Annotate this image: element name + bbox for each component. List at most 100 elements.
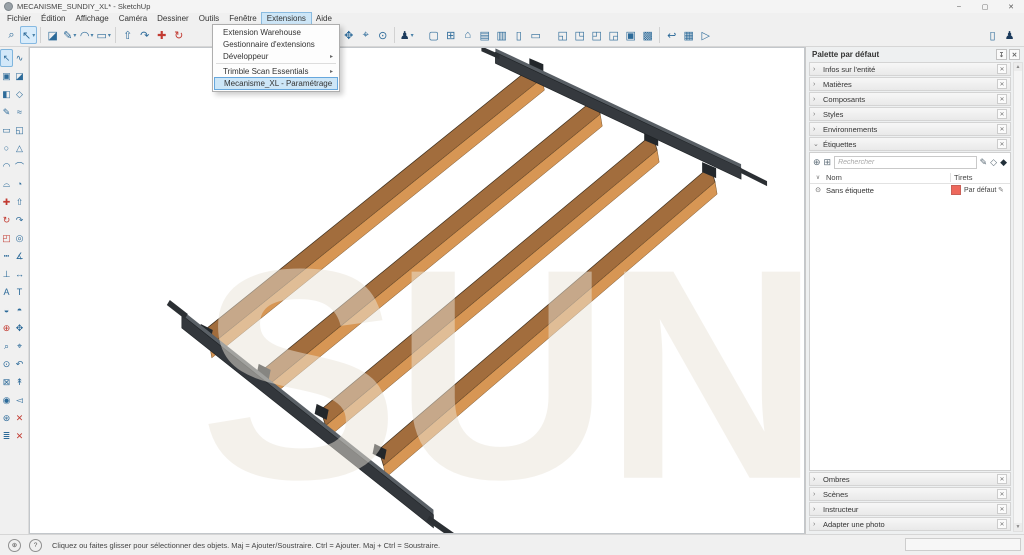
offset-tool-icon[interactable]: ◎ <box>13 229 26 247</box>
toolbar-separator[interactable] <box>394 27 395 43</box>
component-icon[interactable]: ▣ <box>622 26 639 44</box>
walkthrough-tool-icon[interactable]: ♟▾ <box>398 26 415 44</box>
line-tool-icon[interactable]: ✎ <box>0 103 13 121</box>
zoom-window-tool-icon[interactable]: ⌖ <box>13 337 26 355</box>
toolbar-separator[interactable] <box>115 27 116 43</box>
tag-row-sans-etiquette[interactable]: ⊙ Sans étiquette Par défaut ✎ <box>810 184 1010 196</box>
section-environnements[interactable]: › Environnements ✕ <box>809 122 1011 136</box>
zoom-extents-tool-icon[interactable]: ⊙ <box>0 355 13 373</box>
push-pull-tool-icon[interactable]: ⇧ <box>119 26 136 44</box>
push-pull-tool-icon[interactable]: ⇧ <box>13 193 26 211</box>
window-view-icon[interactable]: ⊞ <box>442 26 459 44</box>
plan-view-icon[interactable]: ▭ <box>527 26 544 44</box>
close-icon[interactable]: ✕ <box>997 79 1007 89</box>
blank-page-icon[interactable]: ▯ <box>510 26 527 44</box>
menu-item-developpeur[interactable]: Développeur ▸ <box>214 50 338 62</box>
scan-explorer-tool-icon[interactable]: ⊛ <box>0 409 13 427</box>
close-icon[interactable]: ✕ <box>997 489 1007 499</box>
close-icon[interactable]: ✕ <box>997 64 1007 74</box>
new-file-icon[interactable]: ▯ <box>984 26 1001 44</box>
pencil-icon[interactable]: ✎ <box>998 186 1010 194</box>
three-point-arc-tool-icon[interactable]: ⌓ <box>0 175 13 193</box>
freehand-tool-icon[interactable]: ≈ <box>13 103 26 121</box>
protractor-tool-icon[interactable]: ∡ <box>13 247 26 265</box>
rectangle-tool-icon[interactable]: ▭ <box>0 121 13 139</box>
arc-tool-icon[interactable]: ◠ <box>0 157 13 175</box>
group-icon[interactable]: ◳ <box>571 26 588 44</box>
toolbar-gap[interactable] <box>544 26 554 44</box>
select-tool-button[interactable]: ↖▾ <box>20 26 37 44</box>
select-tool-icon[interactable]: ↖ <box>0 49 13 67</box>
section-plane-tool-icon[interactable]: ◒ <box>0 301 13 319</box>
move-tool-icon[interactable]: ✚ <box>0 193 13 211</box>
follow-me-tool-icon[interactable]: ↷ <box>136 26 153 44</box>
close-icon[interactable]: ✕ <box>997 519 1007 529</box>
add-tag-icon[interactable]: ⊕ <box>813 157 821 168</box>
measurements-input[interactable] <box>905 538 1021 551</box>
section-ombres[interactable]: › Ombres ✕ <box>809 472 1011 486</box>
new-model-icon[interactable]: ▢ <box>425 26 442 44</box>
text-tool-icon[interactable]: A <box>0 283 13 301</box>
section-infos-entite[interactable]: › Infos sur l'entité ✕ <box>809 62 1011 76</box>
close-button[interactable]: ✕ <box>998 0 1024 13</box>
name-column-header[interactable]: Nom <box>826 173 950 182</box>
walk-tool-icon[interactable]: ↟ <box>13 373 26 391</box>
visibility-column-icon[interactable]: ∨ <box>810 174 826 181</box>
geolocation-icon[interactable]: ⊕ <box>8 539 21 552</box>
polygon-tool-icon[interactable]: △ <box>13 139 26 157</box>
line-tool-icon[interactable]: ✎▾ <box>61 26 78 44</box>
field-of-view-tool-icon[interactable]: ◅ <box>13 391 26 409</box>
section-fill-tool-icon[interactable]: ◓ <box>13 301 26 319</box>
close-icon[interactable]: ✕ <box>997 124 1007 134</box>
follow-me-tool-icon[interactable]: ↷ <box>13 211 26 229</box>
make-group-icon[interactable]: ◰ <box>588 26 605 44</box>
move-tool-icon[interactable]: ✚ <box>153 26 170 44</box>
close-icon[interactable]: ✕ <box>997 139 1007 149</box>
menu-fichier[interactable]: Fichier <box>2 13 36 24</box>
lasso-tool-icon[interactable]: ∿ <box>13 49 26 67</box>
menu-item-mecanisme-xl-parametrage[interactable]: Mecanisme_XL - Paramétrage <box>214 77 338 90</box>
section-matieres[interactable]: › Matières ✕ <box>809 77 1011 91</box>
paint-bucket-tool-icon[interactable]: ◧ <box>0 85 13 103</box>
menu-item-gestionnaire-extensions[interactable]: Gestionnaire d'extensions <box>214 38 338 50</box>
menu-item-extension-warehouse[interactable]: Extension Warehouse <box>214 26 338 38</box>
toolbar-separator[interactable] <box>40 27 41 43</box>
explode-icon[interactable]: ◲ <box>605 26 622 44</box>
scan-clip-tool-icon[interactable]: ✕ <box>13 427 26 445</box>
menu-aide[interactable]: Aide <box>311 13 337 24</box>
pie-tool-icon[interactable]: ◔ <box>13 175 26 193</box>
arc-tool-icon[interactable]: ◠▾ <box>78 26 95 44</box>
pin-icon[interactable]: ↧ <box>996 49 1007 60</box>
undo-view-icon[interactable]: ↩ <box>663 26 680 44</box>
close-icon[interactable]: ✕ <box>997 504 1007 514</box>
menu-camera[interactable]: Caméra <box>114 13 152 24</box>
export-panel-icon[interactable]: ▷ <box>697 26 714 44</box>
model-canvas[interactable]: SUN <box>30 48 804 533</box>
close-icon[interactable]: ✕ <box>997 474 1007 484</box>
menu-item-trimble-scan-essentials[interactable]: Trimble Scan Essentials ▸ <box>214 65 338 77</box>
menu-outils[interactable]: Outils <box>194 13 224 24</box>
position-camera-tool-icon[interactable]: ⊠ <box>0 373 13 391</box>
rotate-tool-icon[interactable]: ↻ <box>170 26 187 44</box>
zoom-tool-icon[interactable]: ⌕ <box>3 26 20 44</box>
close-icon[interactable]: ✕ <box>997 109 1007 119</box>
minimize-button[interactable]: – <box>946 0 972 13</box>
zoom-extents-tool-icon[interactable]: ⊙ <box>374 26 391 44</box>
eraser-tool-icon[interactable]: ◪ <box>13 67 26 85</box>
zoom-tool-icon[interactable]: ⌕ <box>0 337 13 355</box>
section-etiquettes[interactable]: ⌄ Étiquettes ✕ <box>809 137 1011 151</box>
close-icon[interactable]: ✕ <box>1009 49 1020 60</box>
pencil-icon[interactable]: ✎ <box>980 157 988 168</box>
previous-view-tool-icon[interactable]: ↶ <box>13 355 26 373</box>
section-instructeur[interactable]: › Instructeur ✕ <box>809 502 1011 516</box>
two-point-arc-tool-icon[interactable]: ⌒ <box>13 157 26 175</box>
scan-layers-tool-icon[interactable]: ≣ <box>0 427 13 445</box>
section-styles[interactable]: › Styles ✕ <box>809 107 1011 121</box>
select-group-icon[interactable]: ◱ <box>554 26 571 44</box>
outliner-icon[interactable]: ▩ <box>639 26 656 44</box>
tag-outline-icon[interactable]: ◇ <box>990 157 997 168</box>
make-component-tool-icon[interactable]: ▣ <box>0 67 13 85</box>
menu-extensions[interactable]: Extensions <box>262 13 311 24</box>
materials-table-icon[interactable]: ▦ <box>680 26 697 44</box>
model-viewport[interactable]: SUN <box>29 47 805 534</box>
